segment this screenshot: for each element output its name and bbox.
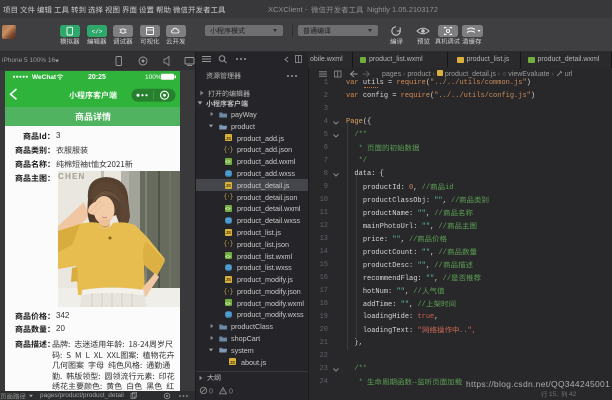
svg-text:20:25: 20:25 [88, 74, 106, 81]
svg-text:</>: </> [91, 28, 102, 35]
svg-text:0: 0 [209, 388, 213, 395]
svg-text:WeChat: WeChat [32, 74, 57, 81]
svg-text:100%: 100% [145, 74, 162, 81]
svg-text:CHEN: CHEN [58, 172, 85, 181]
svg-text:0: 0 [229, 388, 233, 395]
